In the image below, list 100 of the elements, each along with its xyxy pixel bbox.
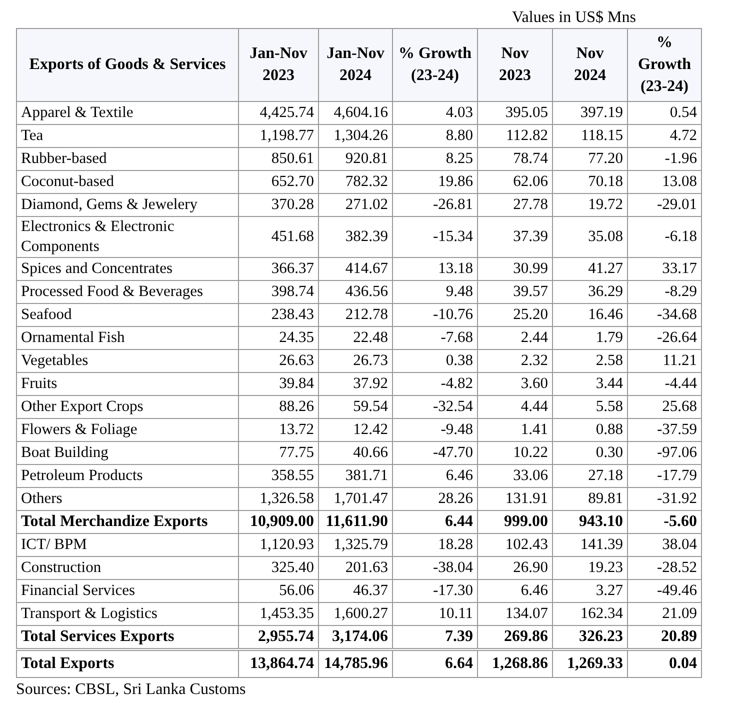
table-cell: -28.52: [628, 556, 702, 580]
table-cell: 102.43: [478, 534, 552, 556]
table-cell: 1.79: [552, 326, 628, 350]
row-label: Total Merchandize Exports: [16, 510, 238, 534]
table-cell: 1,120.93: [238, 534, 318, 556]
row-label: Apparel & Textile: [16, 102, 238, 124]
table-cell: -34.68: [628, 304, 702, 326]
table-cell: 1,304.26: [318, 124, 392, 148]
table-cell: 18.28: [392, 534, 478, 556]
table-cell: 89.81: [552, 488, 628, 510]
table-cell: 782.32: [318, 170, 392, 194]
row-label: Financial Services: [16, 580, 238, 602]
table-cell: 201.63: [318, 556, 392, 580]
table-cell: 39.57: [478, 280, 552, 304]
table-cell: -7.68: [392, 326, 478, 350]
row-label: Construction: [16, 556, 238, 580]
table-cell: 25.68: [628, 396, 702, 418]
table-cell: -32.54: [392, 396, 478, 418]
table-cell: 0.30: [552, 442, 628, 464]
table-cell: 366.37: [238, 258, 318, 280]
table-cell: 8.80: [392, 124, 478, 148]
table-cell: 62.06: [478, 170, 552, 194]
table-cell: 436.56: [318, 280, 392, 304]
row-label: Transport & Logistics: [16, 602, 238, 626]
row-label: Petroleum Products: [16, 464, 238, 488]
column-header: % Growth (23-24): [392, 28, 478, 102]
table-cell: 37.92: [318, 372, 392, 396]
table-cell: -17.79: [628, 464, 702, 488]
table-cell: 451.68: [238, 216, 318, 258]
table-cell: 11,611.90: [318, 510, 392, 534]
row-label: Diamond, Gems & Jewelery: [16, 194, 238, 216]
table-cell: -9.48: [392, 418, 478, 442]
table-cell: 59.54: [318, 396, 392, 418]
table-cell: 12.42: [318, 418, 392, 442]
table-cell: -4.44: [628, 372, 702, 396]
table-cell: 3.27: [552, 580, 628, 602]
table-cell: -15.34: [392, 216, 478, 258]
table-cell: 6.64: [392, 650, 478, 678]
column-header: Nov 2024: [552, 28, 628, 102]
table-cell: 652.70: [238, 170, 318, 194]
table-cell: 10,909.00: [238, 510, 318, 534]
table-cell: 39.84: [238, 372, 318, 396]
table-cell: -29.01: [628, 194, 702, 216]
table-cell: 4.44: [478, 396, 552, 418]
table-cell: 78.74: [478, 148, 552, 170]
column-header: Jan-Nov 2023: [238, 28, 318, 102]
table-cell: -49.46: [628, 580, 702, 602]
table-cell: -5.60: [628, 510, 702, 534]
table-cell: 21.09: [628, 602, 702, 626]
table-cell: 19.72: [552, 194, 628, 216]
table-cell: 8.25: [392, 148, 478, 170]
table-cell: -8.29: [628, 280, 702, 304]
table-cell: 2.32: [478, 350, 552, 372]
table-cell: 118.15: [552, 124, 628, 148]
table-cell: 41.27: [552, 258, 628, 280]
table-cell: -97.06: [628, 442, 702, 464]
table-cell: -26.64: [628, 326, 702, 350]
table-cell: 36.29: [552, 280, 628, 304]
table-cell: 13.18: [392, 258, 478, 280]
table-cell: 6.46: [478, 580, 552, 602]
column-header: Jan-Nov 2024: [318, 28, 392, 102]
row-label: Other Export Crops: [16, 396, 238, 418]
table-cell: 19.23: [552, 556, 628, 580]
table-cell: 850.61: [238, 148, 318, 170]
table-cell: -31.92: [628, 488, 702, 510]
table-cell: 38.04: [628, 534, 702, 556]
table-cell: 4,604.16: [318, 102, 392, 124]
table-cell: 28.26: [392, 488, 478, 510]
table-cell: 30.99: [478, 258, 552, 280]
table-cell: 9.48: [392, 280, 478, 304]
table-cell: 27.78: [478, 194, 552, 216]
table-cell: 6.44: [392, 510, 478, 534]
table-cell: 1,198.77: [238, 124, 318, 148]
table-cell: 16.46: [552, 304, 628, 326]
table-cell: 0.38: [392, 350, 478, 372]
table-cell: 10.11: [392, 602, 478, 626]
table-cell: 0.88: [552, 418, 628, 442]
column-header: Exports of Goods & Services: [16, 28, 238, 102]
source-note: Sources: CBSL, Sri Lanka Customs: [16, 681, 246, 699]
table-cell: 414.67: [318, 258, 392, 280]
table-cell: -26.81: [392, 194, 478, 216]
table-cell: -4.82: [392, 372, 478, 396]
table-cell: 1,268.86: [478, 650, 552, 678]
row-label: Fruits: [16, 372, 238, 396]
column-header: % Growth (23-24): [628, 28, 702, 102]
row-label: Boat Building: [16, 442, 238, 464]
table-cell: 4,425.74: [238, 102, 318, 124]
table-cell: 1,600.27: [318, 602, 392, 626]
table-cell: 1,453.35: [238, 602, 318, 626]
table-cell: 999.00: [478, 510, 552, 534]
table-cell: 10.22: [478, 442, 552, 464]
table-cell: 6.46: [392, 464, 478, 488]
table-cell: 27.18: [552, 464, 628, 488]
table-cell: 1,326.58: [238, 488, 318, 510]
table-cell: 13.72: [238, 418, 318, 442]
row-label: Others: [16, 488, 238, 510]
row-label: Spices and Concentrates: [16, 258, 238, 280]
table-cell: 381.71: [318, 464, 392, 488]
table-cell: 131.91: [478, 488, 552, 510]
table-cell: 22.48: [318, 326, 392, 350]
